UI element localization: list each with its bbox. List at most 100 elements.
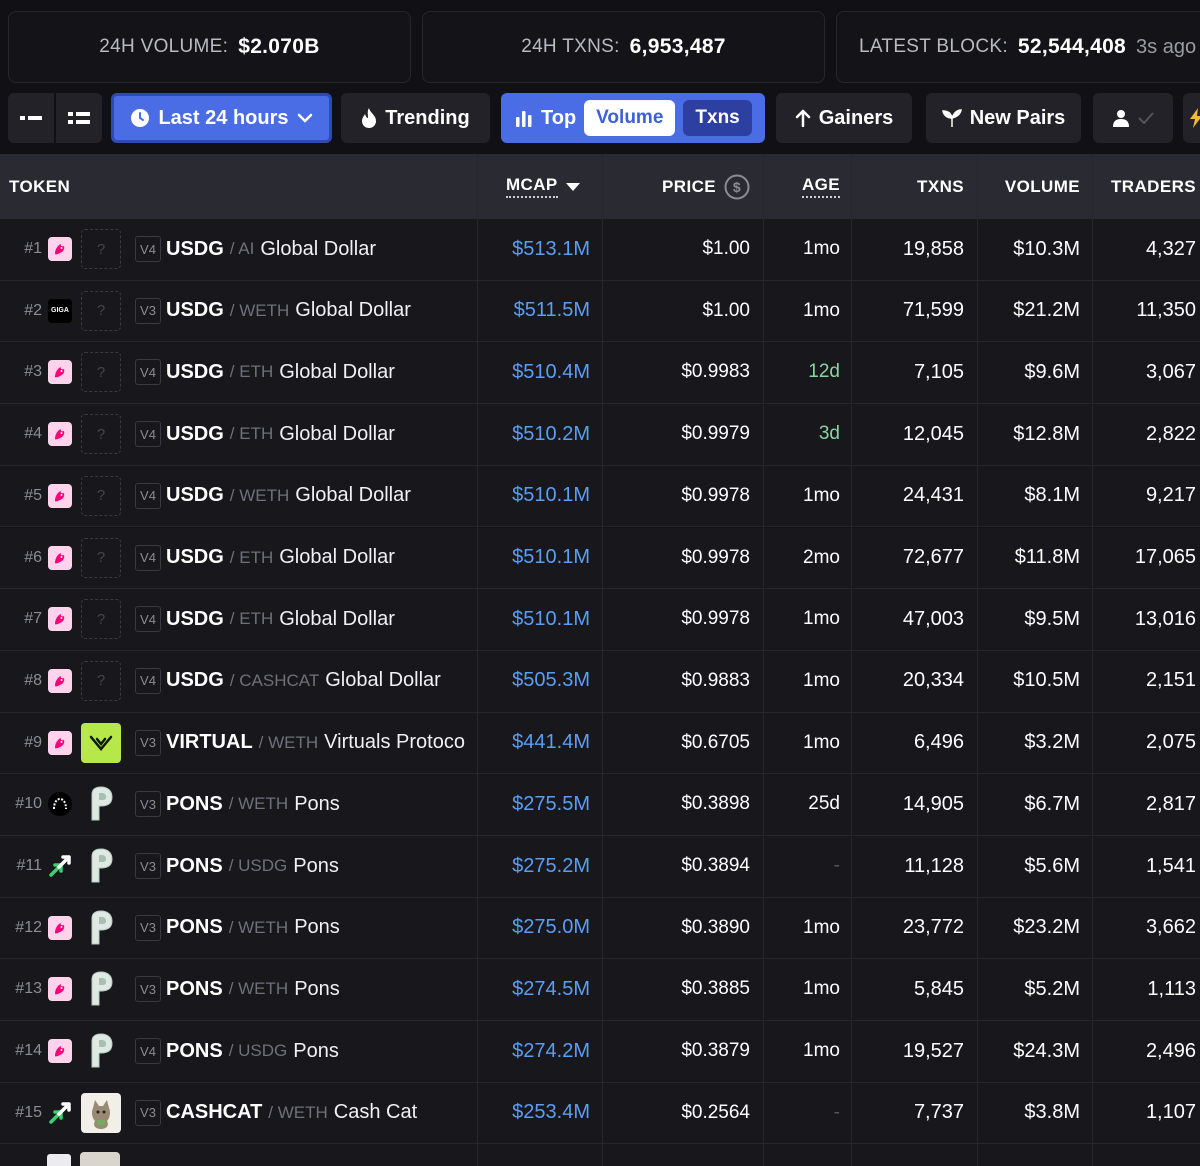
table-row[interactable]: #4 ? V4 USDG / ETH Global Dollar $510.2M… bbox=[0, 404, 1200, 466]
age-value: 3d bbox=[818, 423, 840, 445]
giga-icon: GIGA bbox=[47, 281, 73, 341]
table-row[interactable]: #15 V3 CASHCAT / WETH Cash Cat $253.4M $… bbox=[0, 1082, 1200, 1145]
pair-name[interactable]: VIRTUAL / WETH Virtuals Protoco bbox=[166, 713, 474, 773]
token-name: Cash Cat bbox=[333, 1101, 418, 1124]
table-row[interactable]: #1 ? V4 USDG / AI Global Dollar $513.1M … bbox=[0, 219, 1200, 281]
txns-value: 23,772 bbox=[902, 916, 964, 939]
pair-name[interactable]: PONS / WETH Pons bbox=[166, 959, 474, 1019]
token-symbol: PONS bbox=[166, 916, 223, 939]
mcap-value: $275.2M bbox=[512, 854, 590, 877]
table-row[interactable]: #8 ? V4 USDG / CASHCAT Global Dollar $50… bbox=[0, 650, 1200, 713]
version-label: V4 bbox=[135, 359, 161, 386]
pair-name[interactable]: USDG / ETH Global Dollar bbox=[166, 589, 474, 649]
traders-value: 2,496 bbox=[1145, 1039, 1196, 1062]
volume-value: $3.2M bbox=[1024, 731, 1080, 754]
column-txns[interactable]: TXNS bbox=[852, 154, 964, 219]
table-row[interactable]: #12 V3 PONS / WETH Pons $275.0M $0.3890 … bbox=[0, 897, 1200, 960]
column-price[interactable]: PRICE $ bbox=[604, 154, 750, 219]
uniswap-icon bbox=[47, 466, 73, 526]
pair-name[interactable]: USDG / ETH Global Dollar bbox=[166, 404, 474, 464]
column-txns-label: TXNS bbox=[917, 176, 964, 196]
version-badge: V3 bbox=[134, 774, 162, 834]
version-badge: V4 bbox=[134, 404, 162, 464]
column-age[interactable]: AGE bbox=[764, 154, 840, 219]
pair-name[interactable]: CASHCAT / WETH Cash Cat bbox=[166, 1083, 474, 1143]
pair-name[interactable]: PONS / USDG Pons bbox=[166, 836, 474, 896]
version-label: V4 bbox=[135, 667, 161, 694]
new-pairs-label: New Pairs bbox=[969, 106, 1066, 129]
table-row[interactable]: #2 GIGA ? V3 USDG / WETH Global Dollar $… bbox=[0, 280, 1200, 343]
volume-toggle[interactable]: Volume bbox=[584, 100, 676, 136]
trending-button[interactable]: Trending bbox=[341, 93, 490, 143]
stat-value: 52,544,408 bbox=[1017, 35, 1127, 58]
table-row[interactable]: #13 V3 PONS / WETH Pons $274.5M $0.3885 … bbox=[0, 959, 1200, 1022]
pair-name[interactable]: USDG / AI Global Dollar bbox=[166, 219, 474, 279]
pair-name[interactable]: USDG / WETH Global Dollar bbox=[166, 281, 474, 341]
arrow-dex-icon bbox=[47, 836, 73, 896]
column-divider bbox=[977, 154, 978, 1166]
column-divider bbox=[763, 154, 764, 1166]
gainers-button[interactable]: Gainers bbox=[776, 93, 912, 143]
mcap-value: $253.4M bbox=[512, 1101, 590, 1124]
version-badge: V3 bbox=[134, 898, 162, 958]
traders-value: 1,107 bbox=[1145, 1101, 1196, 1124]
table-row[interactable]: #14 V4 PONS / USDG Pons $274.2M $0.3879 … bbox=[0, 1021, 1200, 1083]
rank-label: #10 bbox=[15, 795, 42, 813]
top-label[interactable]: Top bbox=[541, 107, 576, 130]
unknown-token-icon: ? bbox=[80, 589, 122, 649]
pair-name[interactable]: USDG / ETH Global Dollar bbox=[166, 342, 474, 402]
pair-name[interactable]: USDG / WETH Global Dollar bbox=[166, 466, 474, 526]
watchlist-button[interactable] bbox=[1093, 93, 1173, 143]
volume-value: $10.3M bbox=[1013, 237, 1080, 260]
traders-value: 2,817 bbox=[1145, 792, 1196, 815]
version-badge: V3 bbox=[134, 281, 162, 341]
sort-desc-icon bbox=[565, 182, 580, 191]
version-badge: V4 bbox=[134, 342, 162, 402]
uniswap-icon bbox=[47, 651, 73, 711]
quote-token: / WETH bbox=[258, 732, 319, 752]
token-name: Pons bbox=[294, 792, 340, 815]
volume-value: $5.2M bbox=[1024, 977, 1080, 1000]
column-mcap-label: MCAP bbox=[506, 175, 558, 198]
table-row[interactable]: #9 V3 VIRTUAL / WETH Virtuals Protoco $4… bbox=[0, 712, 1200, 775]
table-row[interactable]: #11 V3 PONS / USDG Pons $275.2M $0.3894 … bbox=[0, 836, 1200, 898]
column-divider bbox=[477, 154, 478, 1166]
svg-text:$: $ bbox=[733, 179, 741, 195]
table-row[interactable]: #3 ? V4 USDG / ETH Global Dollar $510.4M… bbox=[0, 342, 1200, 405]
traders-value: 3,067 bbox=[1145, 360, 1196, 383]
age-value: 2mo bbox=[803, 546, 840, 568]
txns-value: 7,737 bbox=[913, 1101, 964, 1124]
column-traders[interactable]: TRADERS bbox=[1094, 154, 1196, 219]
txns-toggle[interactable]: Txns bbox=[683, 100, 752, 136]
table-row[interactable]: #10 V3 PONS / WETH Pons $275.5M $0.3898 … bbox=[0, 774, 1200, 836]
table-row[interactable]: #6 ? V4 USDG / ETH Global Dollar $510.1M… bbox=[0, 527, 1200, 590]
boosted-button[interactable] bbox=[1183, 93, 1200, 143]
unknown-token-icon: ? bbox=[80, 342, 122, 402]
pons-token-icon bbox=[80, 774, 122, 834]
pair-name[interactable]: PONS / USDG Pons bbox=[166, 1021, 474, 1081]
column-divider bbox=[602, 154, 603, 1166]
table-row[interactable]: #5 ? V4 USDG / WETH Global Dollar $510.1… bbox=[0, 465, 1200, 528]
pair-name[interactable]: USDG / ETH Global Dollar bbox=[166, 528, 474, 588]
time-range-dropdown[interactable]: Last 24 hours bbox=[111, 93, 332, 143]
stat-24h-txns: 24H TXNS: 6,953,487 bbox=[422, 11, 825, 83]
pons-token-icon bbox=[80, 836, 122, 896]
pair-name[interactable]: PONS / WETH Pons bbox=[166, 898, 474, 958]
list-icon bbox=[68, 112, 90, 124]
age-value: 1mo bbox=[803, 1040, 840, 1062]
pair-name[interactable]: USDG / CASHCAT Global Dollar bbox=[166, 651, 474, 711]
new-pairs-button[interactable]: New Pairs bbox=[926, 93, 1081, 143]
column-mcap[interactable]: MCAP bbox=[506, 154, 580, 219]
stat-block-age: 3s ago bbox=[1136, 35, 1197, 58]
column-volume[interactable]: VOLUME bbox=[978, 154, 1080, 219]
mcap-value: $275.5M bbox=[512, 792, 590, 815]
version-badge: V4 bbox=[134, 528, 162, 588]
trending-label: Trending bbox=[385, 106, 470, 129]
list-view-button[interactable] bbox=[56, 93, 102, 143]
uniswap-icon bbox=[47, 898, 73, 958]
column-token[interactable]: TOKEN bbox=[9, 154, 70, 219]
pair-name[interactable]: PONS / WETH Pons bbox=[166, 774, 474, 834]
table-row[interactable]: #7 ? V4 USDG / ETH Global Dollar $510.1M… bbox=[0, 589, 1200, 651]
flame-icon bbox=[362, 108, 377, 128]
compact-view-button[interactable] bbox=[8, 93, 54, 143]
